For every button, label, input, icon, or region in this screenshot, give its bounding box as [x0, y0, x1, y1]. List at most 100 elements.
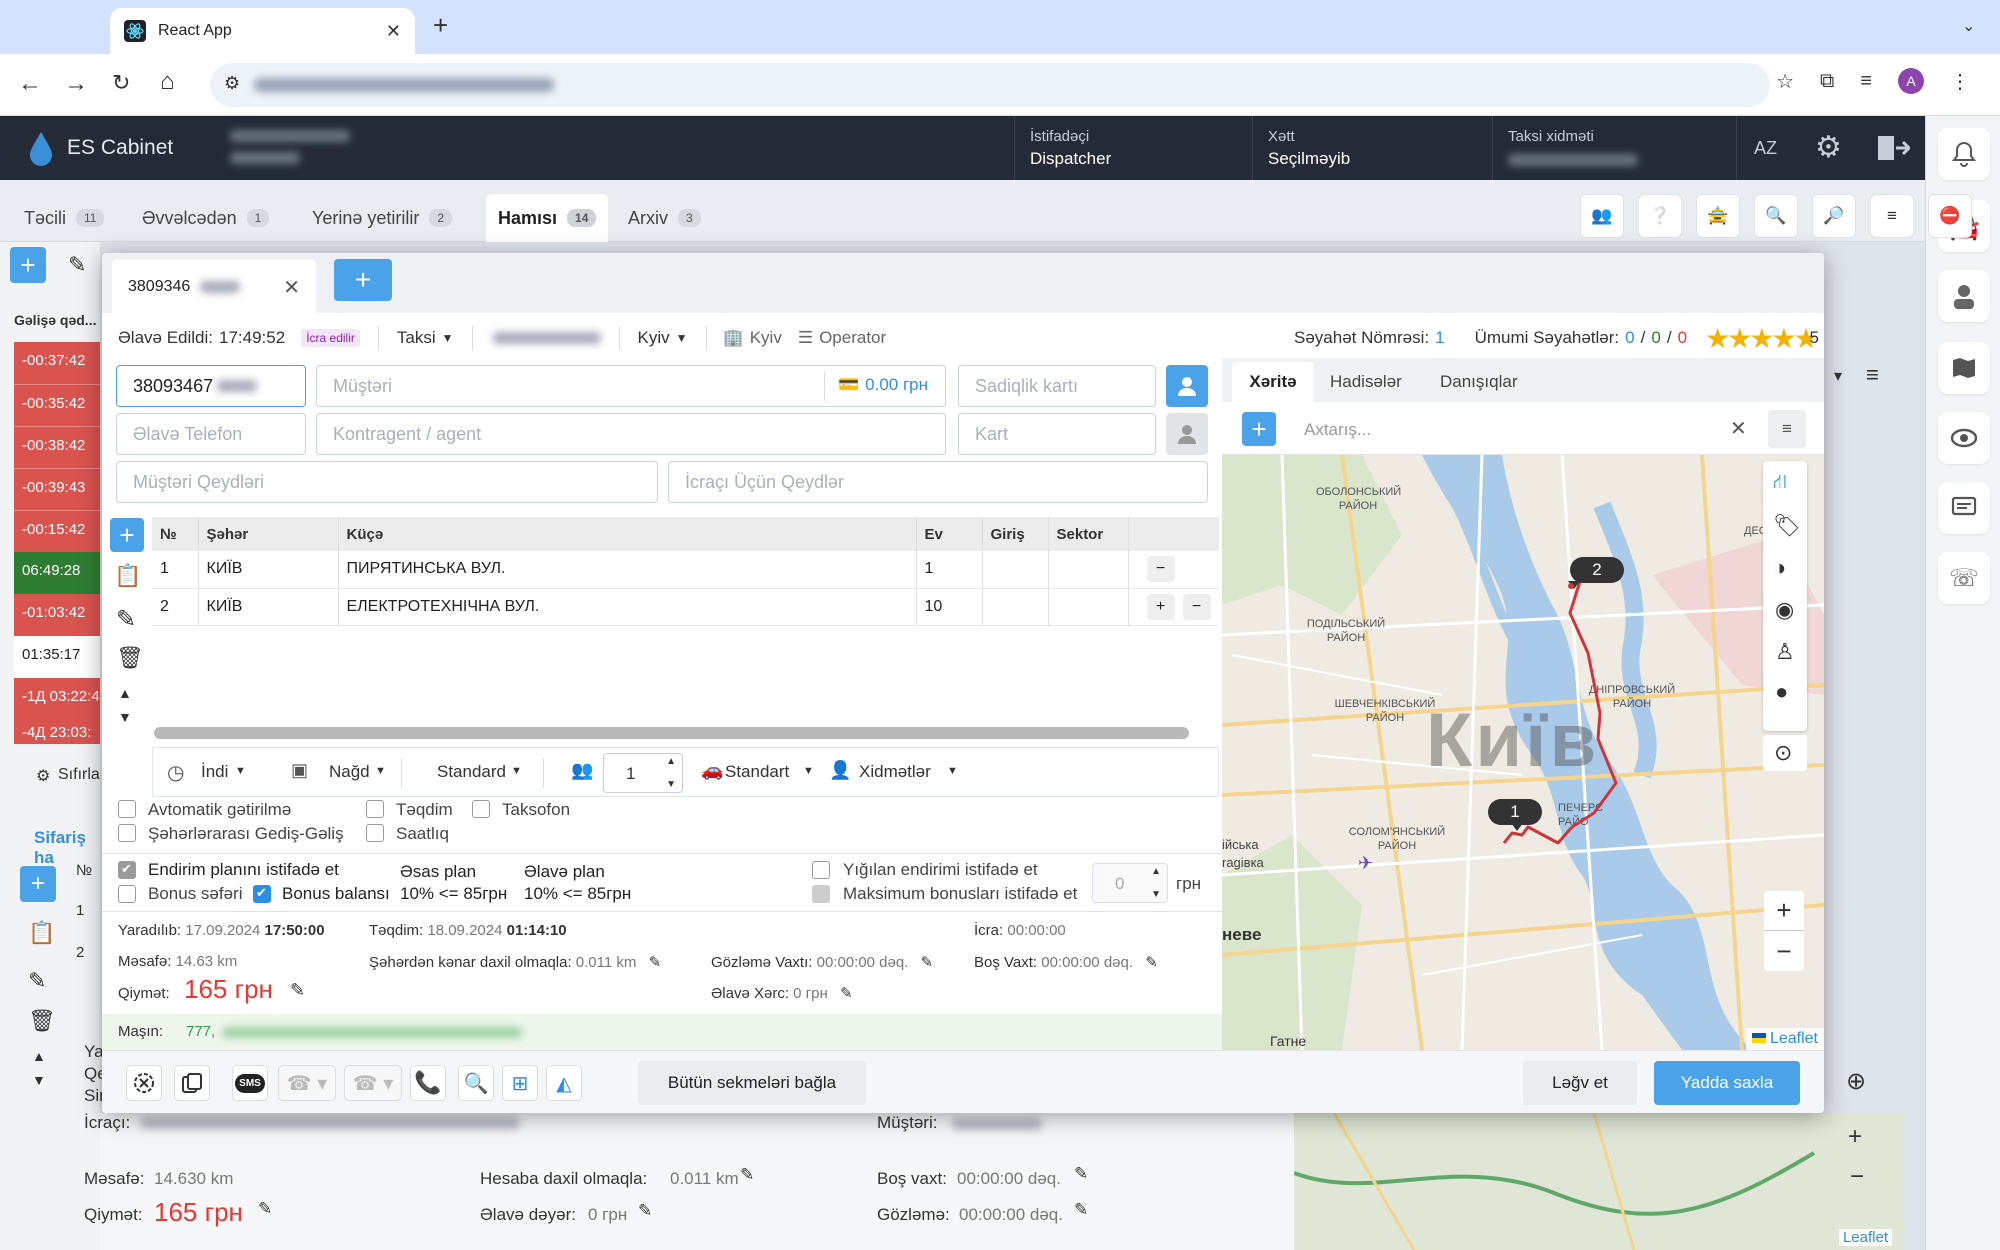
route-street[interactable]: ПИРЯТИНСЬКА ВУЛ. [338, 551, 917, 589]
hourly-checkbox[interactable] [366, 824, 384, 842]
phone-forward-icon[interactable]: 📞 [410, 1065, 446, 1101]
car-off-icon[interactable]: ⛔ [1928, 194, 1972, 238]
bg-add-button[interactable]: + [10, 247, 46, 283]
car-class-select[interactable]: Standart [725, 762, 789, 782]
executor-notes-input[interactable]: İcraçı Üçün Qeydlər [668, 461, 1208, 503]
zoom-out-button[interactable]: − [1764, 931, 1804, 971]
table-row[interactable]: 2 КИЇВ ЕЛЕКТРОТЕХНІЧНА ВУЛ. 10 + − [152, 588, 1219, 626]
route-marker-1[interactable]: 1 [1488, 799, 1542, 825]
bg-row-time[interactable]: -00:35:42 [14, 384, 100, 426]
save-button[interactable]: Yadda saxla [1654, 1061, 1800, 1105]
remove-point-button[interactable]: − [1182, 593, 1211, 620]
tab-list-chevron-icon[interactable]: ⌄ [1962, 16, 1975, 36]
tab-conversations[interactable]: Danışıqlar [1440, 372, 1517, 392]
clipboard-icon[interactable]: 📋 [114, 563, 141, 589]
map-view[interactable]: Київ ОБОЛОНСЬКИЙ РАЙОН ПОДІЛЬСЬКИЙ РАЙОН… [1222, 455, 1824, 1050]
driver-pin-icon[interactable]: ♙ [1775, 639, 1795, 665]
map-filter-icon[interactable]: ≡ [1768, 410, 1806, 448]
chat-icon[interactable] [1938, 482, 1990, 534]
stepper-down-icon[interactable]: ▼ [666, 779, 676, 790]
when-select[interactable]: İndi [201, 762, 228, 782]
stepper-up-icon[interactable]: ▲ [666, 756, 676, 767]
bg-row-time[interactable]: -4Д 23:03: [14, 720, 100, 744]
tab-map[interactable]: Xəritə [1232, 362, 1314, 402]
bg-edit-account-icon[interactable]: ✎ [740, 1165, 754, 1185]
map-icon[interactable] [1938, 342, 1990, 394]
add-point-button[interactable]: + [1146, 593, 1175, 620]
copy-order-icon[interactable] [174, 1065, 210, 1101]
delete-trash-icon[interactable]: 🗑 [116, 645, 144, 671]
bg-row-time[interactable]: -00:15:42 [14, 510, 100, 552]
phone-input[interactable]: 38093467 [116, 365, 306, 407]
unknown-user-icon[interactable]: ❔ [1638, 194, 1682, 238]
tab-in-progress[interactable]: Yerinə yetirilir 2 [300, 194, 464, 242]
zoom-in-button[interactable]: + [1764, 891, 1804, 931]
bg-locate-icon[interactable]: ⊕ [1846, 1067, 1866, 1096]
customer-notes-input[interactable]: Müştəri Qeydləri [116, 461, 658, 503]
route-city[interactable]: КИЇВ [198, 551, 339, 589]
edit-pencil-icon[interactable]: ✎ [116, 605, 136, 634]
bonus-balance-checkbox[interactable]: ✔ [253, 885, 271, 903]
close-all-tabs-button[interactable]: Bütün sekmeləri bağla [638, 1061, 866, 1105]
forward-icon[interactable]: → [64, 70, 88, 98]
home-icon[interactable]: ⌂ [160, 68, 175, 96]
tab-urgent[interactable]: Təcili 11 [12, 194, 116, 242]
bg-edit-idle-icon[interactable]: ✎ [1074, 1164, 1088, 1184]
stepper-down-icon[interactable]: ▼ [1151, 889, 1161, 900]
edit-wait-icon[interactable]: ✎ [921, 954, 934, 971]
back-icon[interactable]: ← [18, 70, 42, 98]
agent-profile-button[interactable] [1166, 413, 1208, 455]
stepper-up-icon[interactable]: ▲ [1151, 866, 1161, 877]
cancel-order-icon[interactable] [126, 1065, 162, 1101]
leaflet-link[interactable]: Leaflet [1770, 1030, 1818, 1047]
settings-gear-icon[interactable]: ⚙ [1815, 130, 1842, 165]
reset-gear-icon[interactable]: ⚙ [36, 766, 50, 786]
edit-outside-icon[interactable]: ✎ [649, 954, 662, 971]
bg-row-time[interactable]: -01:03:42 [14, 594, 100, 636]
bg-pencil-icon[interactable]: ✎ [28, 968, 46, 994]
order-tab[interactable]: 3809346 ✕ [112, 259, 316, 315]
bg-row-time[interactable]: -00:39:43 [14, 468, 100, 510]
extra-phone-input[interactable]: Əlavə Telefon [116, 413, 306, 455]
call-customer-icon[interactable]: ☎ ▾ [344, 1065, 402, 1101]
route-sector[interactable] [1048, 588, 1129, 626]
move-down-icon[interactable]: ▼ [118, 709, 132, 725]
order-tab-close-icon[interactable]: ✕ [283, 275, 300, 300]
route-city[interactable]: КИЇВ [198, 588, 339, 626]
menu-kebab-icon[interactable]: ⋮ [1950, 69, 1970, 94]
reload-icon[interactable]: ↻ [112, 70, 130, 96]
drivers-group-icon[interactable]: 🚖 [1696, 194, 1740, 238]
bg-edit-wait-icon[interactable]: ✎ [1074, 1200, 1088, 1220]
media-icon[interactable]: ≡ [1860, 70, 1872, 93]
route-entrance[interactable] [982, 551, 1049, 589]
tab-preorder[interactable]: Əvvəlcədən 1 [130, 194, 281, 242]
bg-edit-extra-icon[interactable]: ✎ [638, 1201, 652, 1221]
browser-tab[interactable]: React App ✕ [110, 8, 415, 54]
bg-clipboard-icon[interactable]: 📋 [28, 920, 55, 946]
driver-search-icon[interactable]: 🔍 [1754, 194, 1798, 238]
submit-checkbox[interactable] [366, 800, 384, 818]
phone-calls-icon[interactable]: ☏ [1938, 552, 1990, 604]
tab-archive[interactable]: Arxiv 3 [616, 194, 713, 242]
taxi-service-info[interactable]: Taksi xidməti [1508, 126, 1638, 166]
customer-profile-button[interactable] [1166, 365, 1208, 407]
notifications-bell-icon[interactable] [1938, 128, 1990, 180]
bg-edit-price-icon[interactable]: ✎ [258, 1199, 272, 1219]
services-select[interactable]: Xidmətlər [859, 762, 931, 782]
bonus-amount-stepper[interactable]: 0 ▲ ▼ [1092, 863, 1168, 903]
line-info[interactable]: Xətt Seçilməyib [1268, 126, 1350, 170]
sector-icon[interactable]: ◑ [1773, 555, 1786, 581]
language-switch[interactable]: AZ [1754, 138, 1777, 159]
accumulated-discount-checkbox[interactable] [812, 861, 830, 879]
locate-me-icon[interactable]: ⊙ [1763, 735, 1807, 771]
tab-events[interactable]: Hadisələr [1330, 372, 1402, 392]
bg-zoom-out-icon[interactable]: − [1850, 1163, 1864, 1191]
intercity-checkbox[interactable] [118, 824, 136, 842]
sms-icon[interactable]: SMS [232, 1065, 268, 1101]
bg-filter-icon[interactable]: ≡ [1866, 362, 1879, 388]
discount-plan-checkbox[interactable]: ✔ [118, 861, 136, 879]
search-driver-icon[interactable]: 🔍 [458, 1065, 494, 1101]
bg-row-time[interactable]: -00:38:42 [14, 426, 100, 468]
route-entrance[interactable] [982, 588, 1049, 626]
logout-icon[interactable] [1876, 134, 1910, 162]
